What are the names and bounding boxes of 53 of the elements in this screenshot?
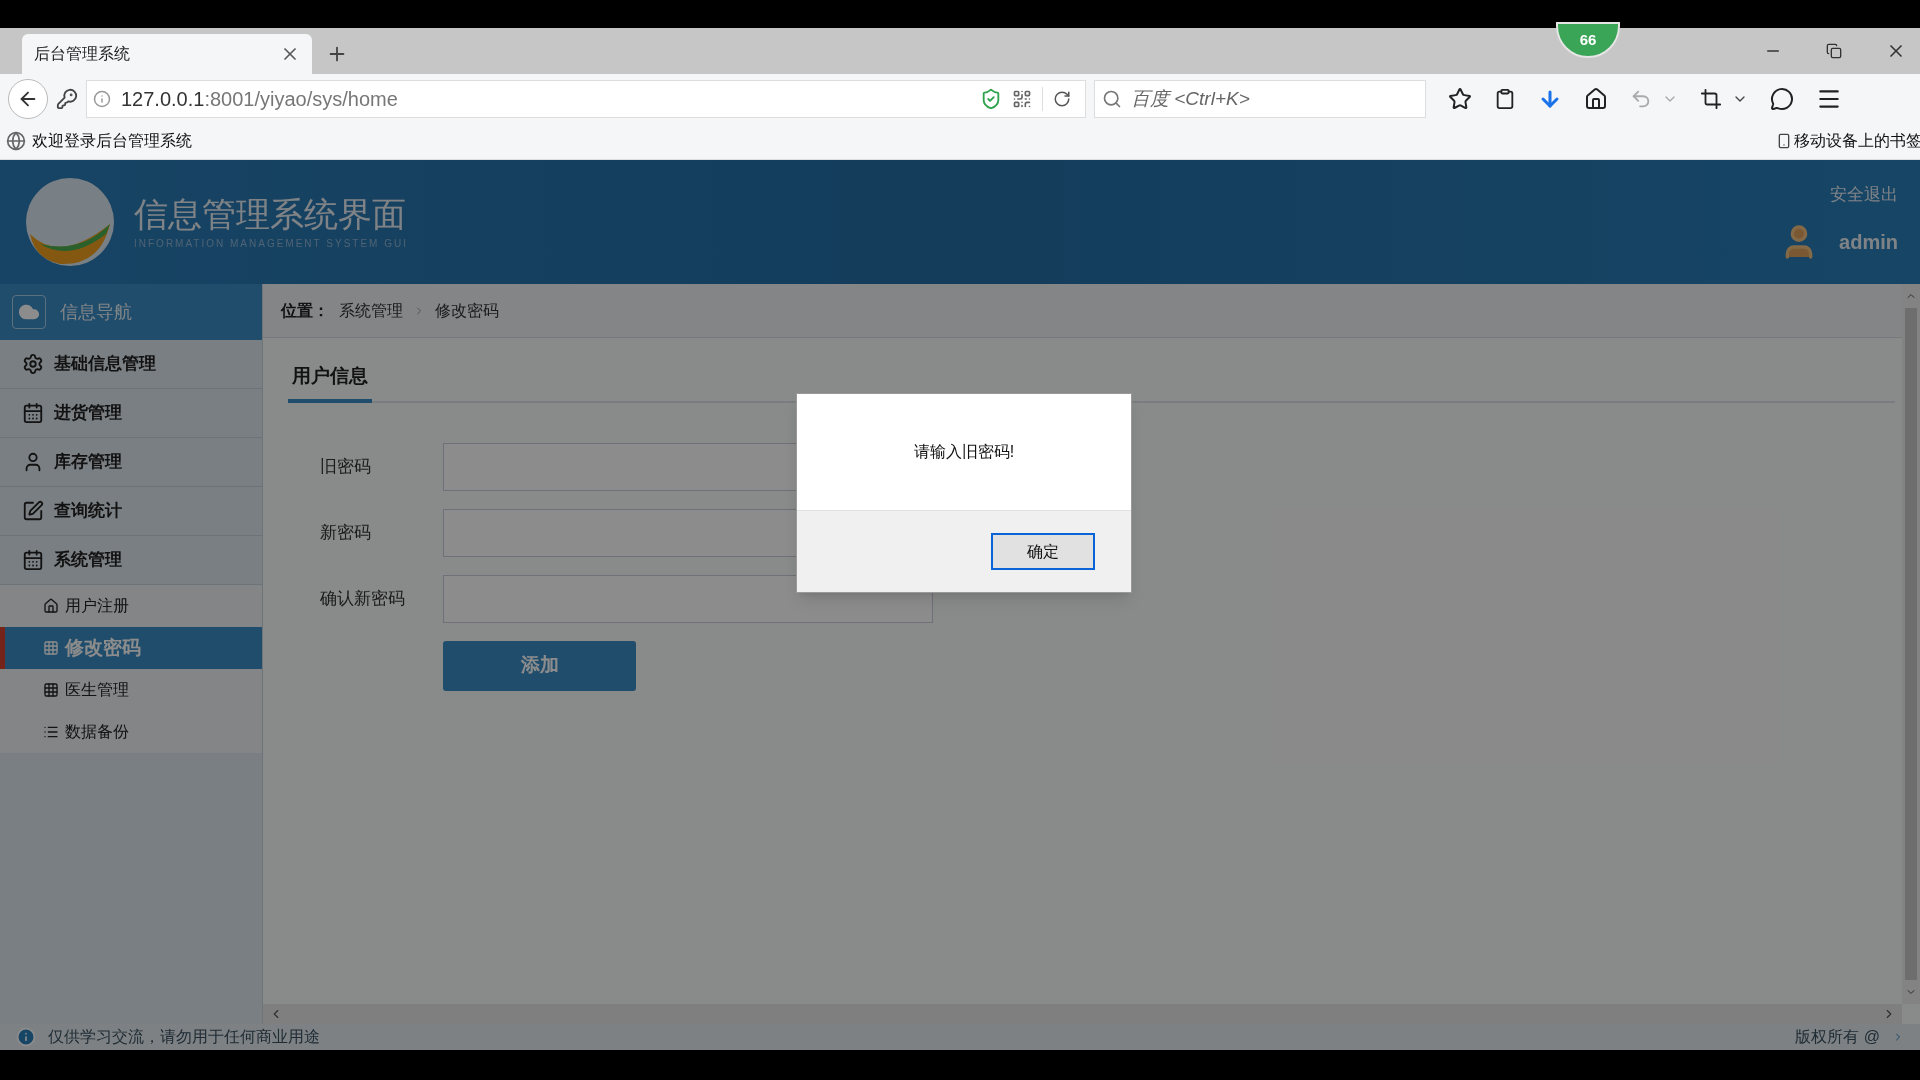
system-title: 信息管理系统界面 <box>134 194 407 236</box>
browser-tab[interactable]: 后台管理系统 <box>22 34 312 74</box>
search-icon <box>1102 88 1122 109</box>
submenu-item[interactable]: 用户注册 <box>0 585 262 627</box>
add-button[interactable]: 添加 <box>443 640 636 691</box>
field-label: 旧密码 <box>320 455 372 478</box>
count-badge: 66 <box>1556 22 1620 58</box>
home-icon <box>43 598 59 614</box>
key-icon[interactable] <box>56 87 78 110</box>
back-button[interactable] <box>8 78 48 119</box>
field-label: 确认新密码 <box>320 587 406 610</box>
field-label: 新密码 <box>320 521 372 544</box>
breadcrumb-link[interactable]: 修改密码 <box>435 298 499 323</box>
restore-icon[interactable] <box>1826 43 1842 59</box>
url-text: 127.0.0.1:8001/yiyao/sys/home <box>121 86 399 112</box>
section-tab[interactable]: 用户信息 <box>288 362 372 403</box>
grid-icon <box>43 640 59 656</box>
breadcrumb-link[interactable]: 系统管理 <box>339 298 403 323</box>
copyright-text: 版权所有 @ <box>1795 1027 1880 1047</box>
system-subtitle: INFORMATION MANAGEMENT SYSTEM GUI <box>134 236 408 251</box>
submenu-item[interactable]: 数据备份 <box>0 711 262 753</box>
crop-icon[interactable] <box>1700 87 1722 110</box>
gears-icon <box>22 353 44 375</box>
submenu-item[interactable]: 医生管理 <box>0 669 262 711</box>
confirm-button[interactable]: 确定 <box>991 533 1095 570</box>
calendar-icon <box>22 402 44 424</box>
list-icon <box>43 724 59 740</box>
globe-icon <box>6 131 26 151</box>
tab-title: 后台管理系统 <box>34 44 131 64</box>
address-bar[interactable]: 127.0.0.1:8001/yiyao/sys/home <box>86 79 1086 118</box>
bookmark-star-icon[interactable] <box>1448 86 1472 111</box>
dialog-message: 请输入旧密码! <box>913 442 1015 462</box>
bookmark-link[interactable]: 欢迎登录后台管理系统 <box>32 129 192 153</box>
edit-icon <box>22 500 44 522</box>
sidebar-heading: 信息导航 <box>0 284 262 340</box>
submenu-item[interactable]: 修改密码 <box>0 627 262 669</box>
footer-notice: 仅供学习交流，请勿用于任何商业用途 <box>48 1027 320 1047</box>
chat-icon[interactable] <box>1770 86 1794 111</box>
info-icon <box>93 89 111 108</box>
logout-link[interactable]: 安全退出 <box>1830 182 1898 208</box>
cloud-icon <box>12 295 46 329</box>
info-icon <box>16 1027 36 1047</box>
reload-icon[interactable] <box>1053 89 1071 108</box>
phone-icon <box>1776 132 1792 150</box>
clipboard-icon[interactable] <box>1494 87 1516 110</box>
breadcrumb-label: 位置： <box>281 300 329 321</box>
grid-icon <box>43 682 59 698</box>
qr-code-icon[interactable] <box>1012 88 1032 109</box>
username: admin <box>1839 229 1898 255</box>
home-icon[interactable] <box>1584 86 1608 111</box>
shield-icon <box>980 87 1002 110</box>
calendar-icon <box>22 549 44 571</box>
search-field[interactable]: 百度 <Ctrl+K> <box>1094 79 1426 118</box>
